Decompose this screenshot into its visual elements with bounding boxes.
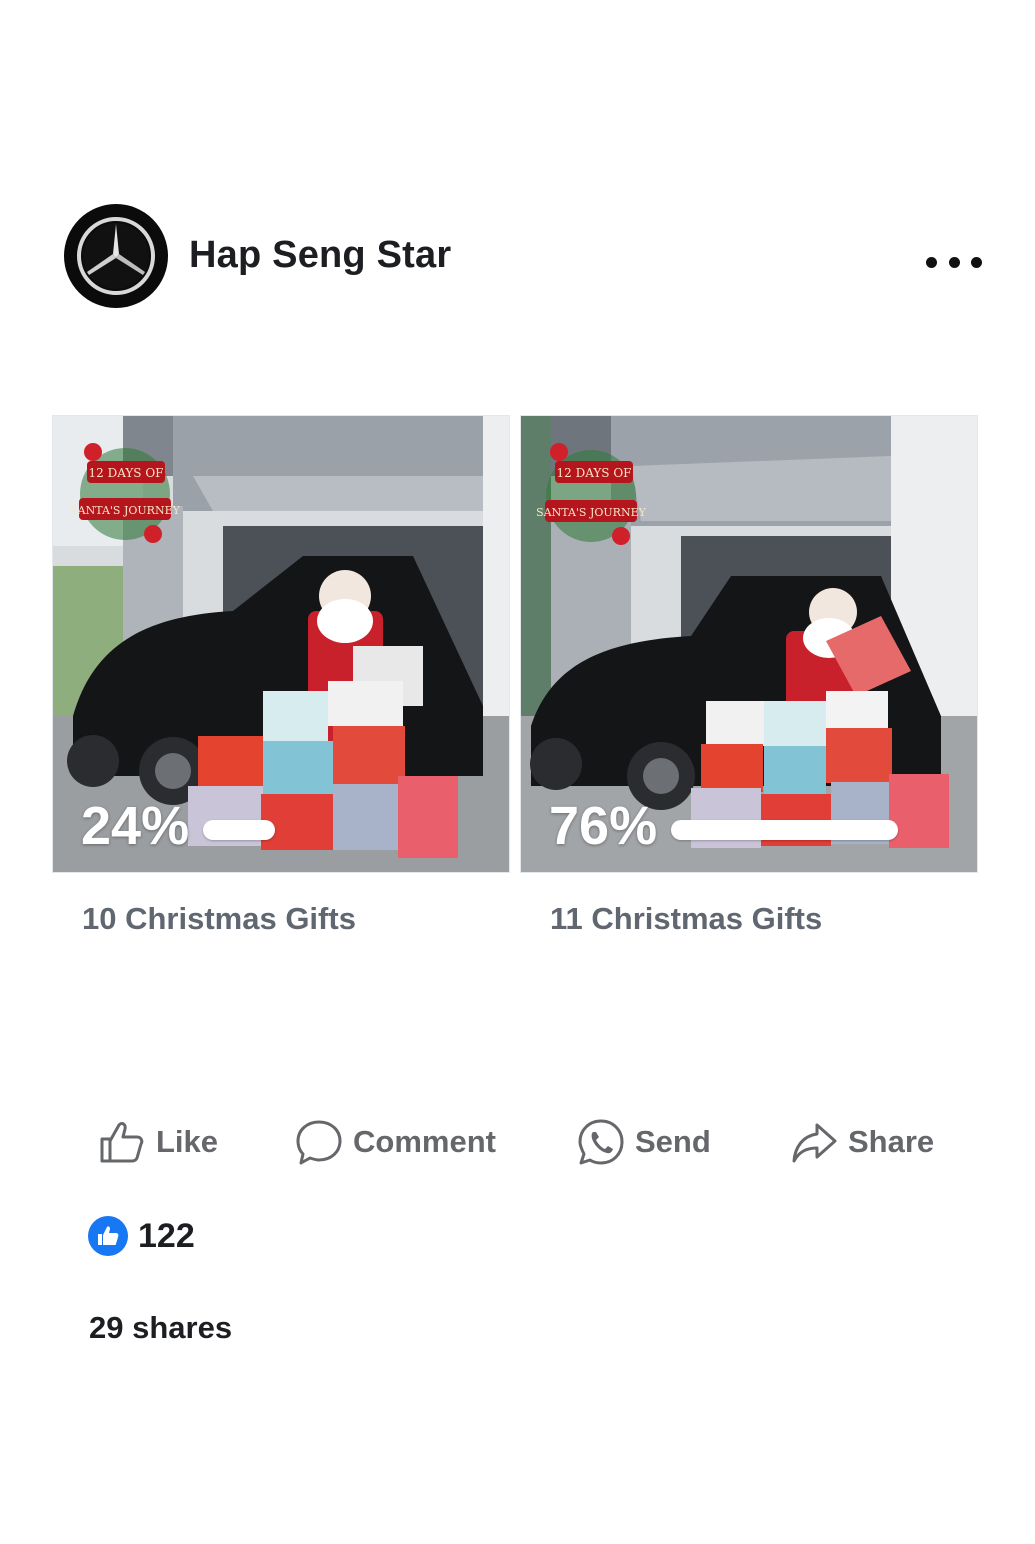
reaction-count: 122	[138, 1216, 195, 1255]
comment-button[interactable]: Comment	[293, 1112, 496, 1172]
poll-option-label[interactable]: 11 Christmas Gifts	[520, 901, 978, 937]
like-label: Like	[156, 1124, 219, 1159]
poll-option-2[interactable]: 12 DAYS OF SANTA'S JOURNEY 76% 11 Christ…	[520, 415, 978, 937]
shares-count[interactable]: 29 shares	[89, 1310, 232, 1346]
more-options-button[interactable]	[926, 250, 982, 274]
page-name[interactable]: Hap Seng Star	[189, 234, 451, 277]
share-button[interactable]: Share	[788, 1112, 934, 1172]
poll: 12 DAYS OF SANTA'S JOURNEY 24% 10 Christ…	[52, 415, 980, 955]
poll-bar	[671, 820, 898, 840]
comment-label: Comment	[353, 1124, 496, 1159]
badge-line-2: SANTA'S JOURNEY	[70, 504, 180, 517]
whatsapp-icon	[575, 1116, 627, 1168]
poll-option-image[interactable]: 12 DAYS OF SANTA'S JOURNEY 76%	[520, 415, 978, 873]
poll-percent: 24%	[81, 796, 190, 856]
send-button[interactable]: Send	[575, 1112, 711, 1172]
share-arrow-icon	[788, 1116, 840, 1168]
send-label: Send	[635, 1124, 711, 1159]
share-label: Share	[848, 1124, 935, 1159]
poll-bar	[203, 820, 275, 840]
badge-line-1: 12 DAYS OF	[88, 466, 163, 480]
more-dot	[971, 256, 982, 268]
poll-option-image[interactable]: 12 DAYS OF SANTA'S JOURNEY 24%	[52, 415, 510, 873]
like-reaction-icon	[88, 1216, 128, 1256]
badge-line-2: SANTA'S JOURNEY	[536, 506, 646, 519]
more-horizontal-icon	[926, 256, 937, 268]
like-button[interactable]: Like	[96, 1112, 218, 1172]
thumbs-up-icon	[96, 1116, 148, 1168]
page-avatar[interactable]	[64, 204, 168, 308]
poll-option-1[interactable]: 12 DAYS OF SANTA'S JOURNEY 24% 10 Christ…	[52, 415, 510, 937]
post-actions: Like Comment Send Share	[96, 1112, 946, 1172]
comment-bubble-icon	[293, 1116, 345, 1168]
post-header: Hap Seng Star	[64, 204, 984, 310]
more-dot	[948, 256, 960, 268]
reactions-summary[interactable]: 122	[88, 1214, 195, 1258]
badge-line-1: 12 DAYS OF	[556, 466, 631, 480]
mercedes-star-logo	[77, 217, 155, 295]
poll-option-label[interactable]: 10 Christmas Gifts	[52, 901, 510, 937]
poll-percent: 76%	[549, 796, 658, 856]
